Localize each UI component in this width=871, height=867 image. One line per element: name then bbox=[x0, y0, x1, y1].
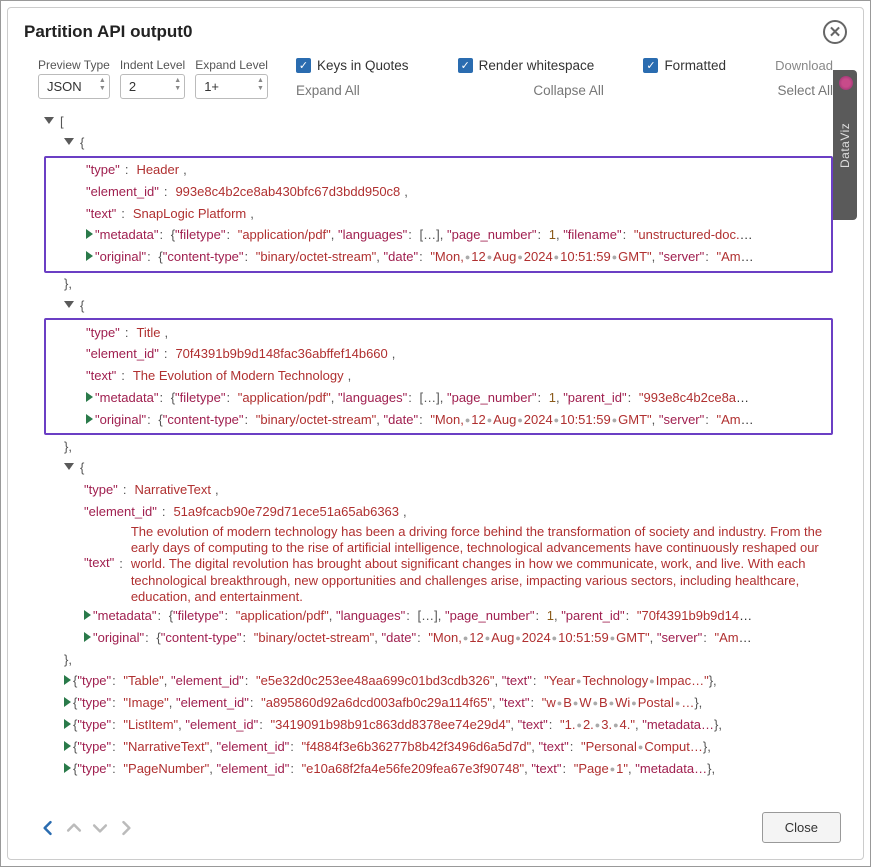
preview-type-value: JSON bbox=[47, 79, 82, 94]
object-close: }, bbox=[44, 436, 833, 458]
dialog-header: Partition API output0 ✕ bbox=[8, 8, 863, 52]
select-all-link[interactable]: Select All bbox=[777, 83, 833, 98]
expand-level-group: Expand Level 1+ ▲▼ bbox=[195, 58, 268, 99]
render-whitespace-check[interactable]: ✓Render whitespace bbox=[458, 58, 595, 73]
json-line: "type":Title, bbox=[46, 322, 831, 344]
json-line: {"type": "PageNumber", "element_id": "e1… bbox=[44, 758, 754, 780]
object-open: { bbox=[44, 133, 833, 155]
expand-level-value: 1+ bbox=[204, 79, 219, 94]
chevron-right-icon[interactable] bbox=[64, 697, 71, 707]
json-line: {"type": "NarrativeText", "element_id": … bbox=[44, 736, 754, 758]
dataviz-tab[interactable]: DataViz bbox=[833, 70, 857, 220]
chevron-right-icon[interactable] bbox=[64, 763, 71, 773]
chevron-right-icon[interactable] bbox=[86, 392, 93, 402]
dialog: Partition API output0 ✕ Preview Type JSO… bbox=[7, 7, 864, 860]
indent-level-label: Indent Level bbox=[120, 58, 185, 72]
dialog-title: Partition API output0 bbox=[24, 22, 192, 42]
collapse-all-link[interactable]: Collapse All bbox=[533, 83, 604, 98]
chevron-down-icon[interactable] bbox=[44, 117, 54, 124]
json-line: "metadata": {"filetype": "application/pd… bbox=[46, 225, 756, 247]
dialog-footer: Close bbox=[8, 800, 863, 859]
chevron-right-icon[interactable] bbox=[84, 610, 91, 620]
chevron-right-icon[interactable] bbox=[86, 251, 93, 261]
object-close: }, bbox=[44, 649, 833, 671]
stepper-icon: ▲▼ bbox=[99, 77, 106, 93]
check-icon: ✓ bbox=[458, 58, 473, 73]
nav-up-icon[interactable] bbox=[64, 818, 84, 838]
array-open: [ bbox=[44, 111, 833, 133]
expand-level-label: Expand Level bbox=[195, 58, 268, 72]
json-line: "text":The Evolution of Modern Technolog… bbox=[46, 366, 831, 388]
nav-prev-icon[interactable] bbox=[38, 818, 58, 838]
json-line: "original": {"content-type": "binary/oct… bbox=[44, 627, 754, 649]
json-line: "element_id":70f4391b9b9d148fac36abffef1… bbox=[46, 344, 831, 366]
chevron-right-icon[interactable] bbox=[64, 675, 71, 685]
keys-in-quotes-check[interactable]: ✓Keys in Quotes bbox=[296, 58, 409, 73]
indent-level-group: Indent Level 2 ▲▼ bbox=[120, 58, 185, 99]
check-icon: ✓ bbox=[296, 58, 311, 73]
preview-type-label: Preview Type bbox=[38, 58, 110, 72]
json-line: {"type": "ListItem", "element_id": "3419… bbox=[44, 715, 754, 737]
preview-type-group: Preview Type JSON ▲▼ bbox=[38, 58, 110, 99]
highlight-box: "type":Title, "element_id":70f4391b9b9d1… bbox=[44, 318, 833, 435]
stepper-icon: ▲▼ bbox=[174, 77, 181, 93]
json-line: "original": {"content-type": "binary/oct… bbox=[46, 247, 756, 269]
json-line: "element_id":51a9fcacb90e729d71ece51a65a… bbox=[44, 502, 833, 524]
check-icon: ✓ bbox=[643, 58, 658, 73]
chevron-down-icon[interactable] bbox=[64, 463, 74, 470]
chevron-right-icon[interactable] bbox=[86, 414, 93, 424]
object-open: { bbox=[44, 458, 833, 480]
download-link[interactable]: Download bbox=[775, 58, 833, 73]
json-line: "type":NarrativeText, bbox=[44, 480, 833, 502]
json-line: {"type": "Table", "element_id": "e5e32d0… bbox=[44, 671, 754, 693]
chevron-right-icon[interactable] bbox=[84, 632, 91, 642]
indent-level-select[interactable]: 2 ▲▼ bbox=[120, 74, 185, 99]
stepper-icon: ▲▼ bbox=[257, 77, 264, 93]
expand-all-link[interactable]: Expand All bbox=[296, 83, 360, 98]
nav-arrows bbox=[38, 818, 136, 838]
chevron-right-icon[interactable] bbox=[86, 229, 93, 239]
json-line: "element_id":993e8c4b2ce8ab430bfc67d3bdd… bbox=[46, 181, 831, 203]
object-close: }, bbox=[44, 274, 833, 296]
json-line: "type":Header, bbox=[46, 160, 831, 182]
preview-type-select[interactable]: JSON ▲▼ bbox=[38, 74, 110, 99]
toolbar-row-checks: ✓Keys in Quotes ✓Render whitespace ✓Form… bbox=[296, 58, 833, 73]
narrative-text: The evolution of modern technology has b… bbox=[131, 524, 833, 605]
formatted-check[interactable]: ✓Formatted bbox=[643, 58, 726, 73]
toolbar-left: Preview Type JSON ▲▼ Indent Level 2 ▲▼ E… bbox=[38, 58, 268, 99]
chevron-right-icon[interactable] bbox=[64, 741, 71, 751]
highlight-box: "type":Header, "element_id":993e8c4b2ce8… bbox=[44, 156, 833, 273]
json-line: "text": The evolution of modern technolo… bbox=[44, 523, 833, 605]
toolbar-row-actions: Expand All Collapse All Select All bbox=[296, 83, 833, 98]
toolbar-right: ✓Keys in Quotes ✓Render whitespace ✓Form… bbox=[296, 58, 833, 98]
json-line: "text":SnapLogic Platform, bbox=[46, 203, 831, 225]
json-viewer: [ { "type":Header, "element_id":993e8c4b… bbox=[8, 103, 863, 800]
expand-level-select[interactable]: 1+ ▲▼ bbox=[195, 74, 268, 99]
json-line: "metadata": {"filetype": "application/pd… bbox=[46, 388, 756, 410]
toolbar: Preview Type JSON ▲▼ Indent Level 2 ▲▼ E… bbox=[8, 52, 863, 103]
close-icon[interactable]: ✕ bbox=[823, 20, 847, 44]
chevron-right-icon[interactable] bbox=[64, 719, 71, 729]
json-line: "metadata": {"filetype": "application/pd… bbox=[44, 606, 754, 628]
json-line: {"type": "Image", "element_id": "a895860… bbox=[44, 693, 754, 715]
close-button[interactable]: Close bbox=[762, 812, 841, 843]
nav-next-icon[interactable] bbox=[116, 818, 136, 838]
chevron-down-icon[interactable] bbox=[64, 301, 74, 308]
chevron-down-icon[interactable] bbox=[64, 138, 74, 145]
object-open: { bbox=[44, 295, 833, 317]
indent-level-value: 2 bbox=[129, 79, 136, 94]
nav-down-icon[interactable] bbox=[90, 818, 110, 838]
json-line: "original": {"content-type": "binary/oct… bbox=[46, 409, 756, 431]
